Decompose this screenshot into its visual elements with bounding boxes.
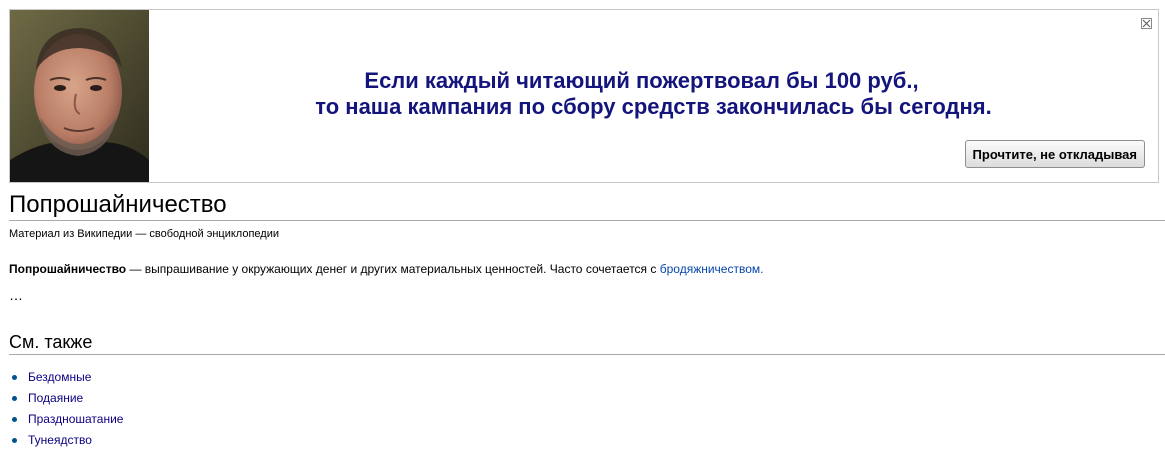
fundraising-banner: Если каждый читающий пожертвовал бы 100 … <box>9 9 1159 183</box>
intro-term: Попрошайничество <box>9 262 127 276</box>
see-also-link-homeless[interactable]: Бездомные <box>28 370 91 384</box>
page-title: Попрошайничество <box>9 190 1165 221</box>
list-item: Подаяние <box>9 389 123 410</box>
appeal-line-1: Если каждый читающий пожертвовал бы 100 … <box>364 68 919 93</box>
list-item: Праздношатание <box>9 410 123 431</box>
list-item: Тунеядство <box>9 431 123 452</box>
see-also-link-idling[interactable]: Праздношатание <box>28 412 123 426</box>
site-subtitle: Материал из Википедии — свободной энцикл… <box>9 228 279 240</box>
vagrancy-link[interactable]: бродяжничеством. <box>660 262 764 276</box>
ellipsis-text: … <box>9 287 23 303</box>
see-also-heading: См. также <box>9 331 1165 355</box>
list-item: Бездомные <box>9 368 123 389</box>
see-also-link-parasitism[interactable]: Тунеядство <box>28 433 92 447</box>
see-also-link-alms[interactable]: Подаяние <box>28 391 83 405</box>
intro-paragraph: Попрошайничество — выпрашивание у окружа… <box>9 262 763 276</box>
appeal-line-2: то наша кампания по сбору средств законч… <box>315 94 992 119</box>
see-also-list: Бездомные Подаяние Праздношатание Тунеяд… <box>9 368 123 452</box>
close-icon[interactable] <box>1141 16 1152 29</box>
read-now-button[interactable]: Прочтите, не откладывая <box>964 140 1145 168</box>
intro-text: — выпрашивание у окружающих денег и друг… <box>126 262 660 276</box>
founder-photo <box>10 10 149 182</box>
